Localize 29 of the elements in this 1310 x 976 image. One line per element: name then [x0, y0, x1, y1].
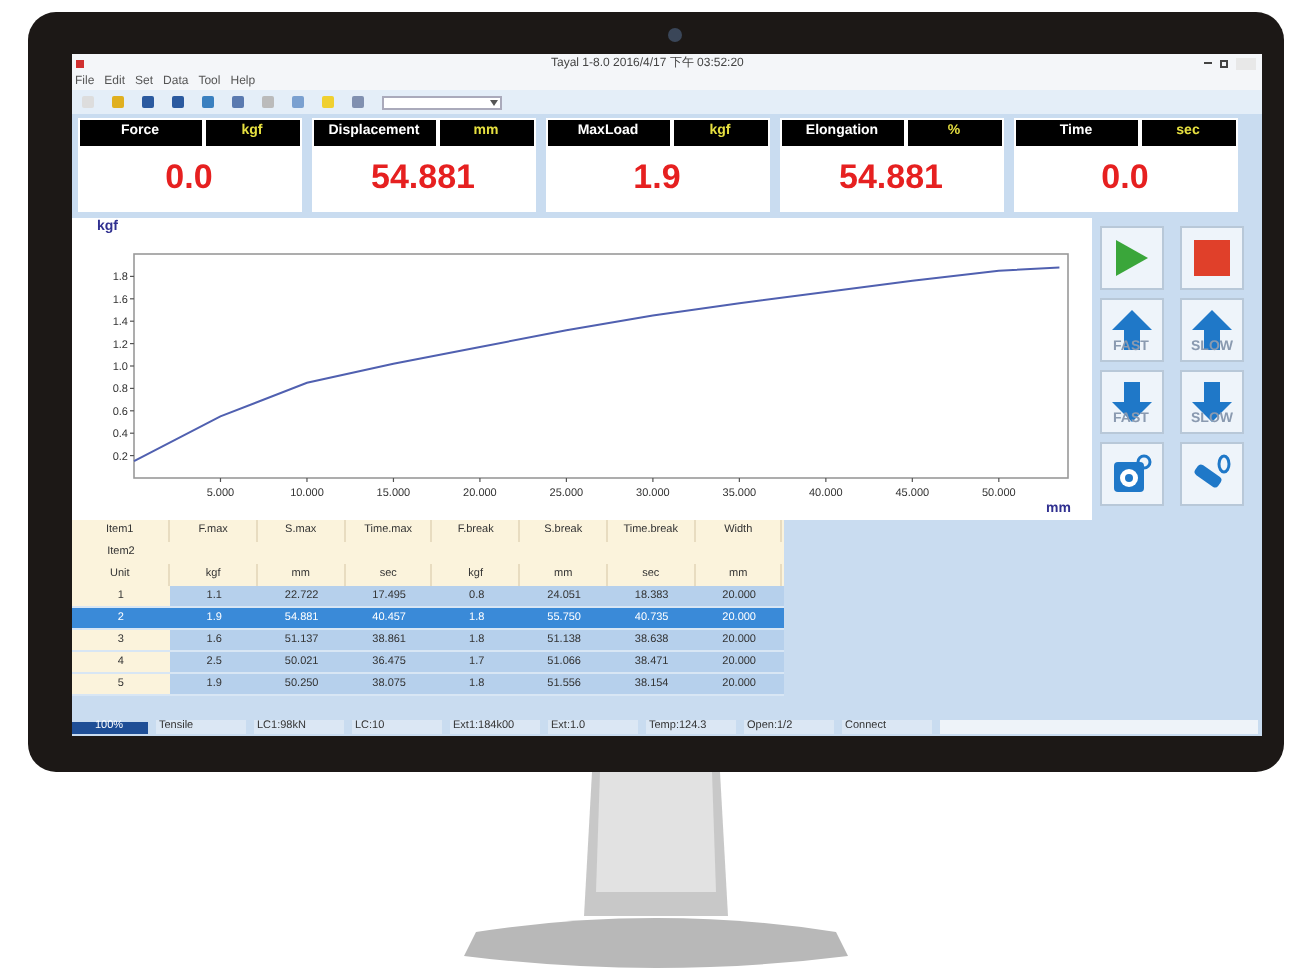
readout-value: 54.881: [837, 156, 945, 200]
control-button[interactable]: [1180, 226, 1244, 290]
up-arrow-icon: [1109, 308, 1153, 352]
app-icon: [75, 59, 83, 67]
line-series: [132, 266, 1060, 463]
control-button[interactable]: [1099, 442, 1163, 506]
control-button[interactable]: [1180, 442, 1244, 506]
readout-value: 0.0: [163, 156, 215, 200]
control-button[interactable]: [1099, 226, 1163, 290]
wrench-icon: [1190, 454, 1234, 494]
readout-value: 1.9: [631, 156, 683, 200]
caret-icon: [489, 99, 497, 105]
toolbar-dropdown[interactable]: [381, 95, 501, 109]
webcam-icon: [667, 28, 681, 42]
maximize-icon[interactable]: [1219, 59, 1227, 67]
toolbar-icon[interactable]: [171, 96, 183, 108]
down-arrow-icon: [1190, 380, 1234, 424]
minimize-icon[interactable]: [1203, 62, 1211, 64]
readout-value: 0.0: [1099, 156, 1151, 200]
gauge-icon: [1111, 454, 1151, 494]
up-arrow-icon: [1190, 308, 1234, 352]
stop-icon: [1194, 240, 1230, 276]
readout-value: 54.881: [369, 156, 477, 200]
toolbar-icon[interactable]: [141, 96, 153, 108]
down-arrow-icon: [1109, 380, 1153, 424]
toolbar-icon[interactable]: [231, 96, 243, 108]
toolbar-icon[interactable]: [351, 96, 363, 108]
toolbar-icon[interactable]: [201, 96, 213, 108]
play-icon: [1113, 238, 1149, 278]
